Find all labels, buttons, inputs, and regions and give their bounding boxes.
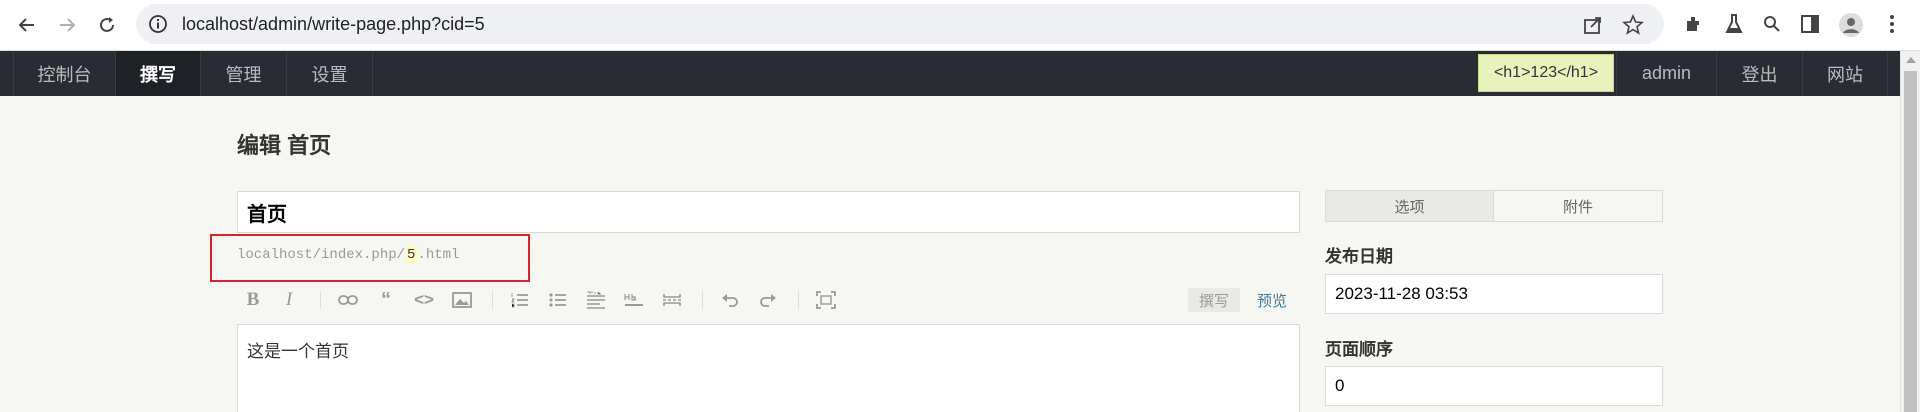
highlight-box bbox=[210, 234, 530, 282]
link-icon[interactable] bbox=[334, 286, 362, 314]
ordered-list-icon[interactable] bbox=[506, 286, 534, 314]
user-link[interactable]: admin bbox=[1616, 51, 1716, 96]
tab-settings[interactable]: 设置 bbox=[287, 51, 373, 96]
write-mode-button[interactable]: 撰写 bbox=[1188, 288, 1240, 312]
scroll-up-icon[interactable] bbox=[1906, 57, 1916, 63]
image-icon[interactable] bbox=[448, 286, 476, 314]
italic-button[interactable]: I bbox=[275, 286, 303, 314]
labs-flask-icon[interactable] bbox=[1722, 12, 1746, 36]
admin-header: 控制台 撰写 管理 设置 admin 登出 网站 bbox=[0, 51, 1900, 96]
content-editor[interactable]: 这是一个首页 bbox=[237, 324, 1300, 412]
notice-badge[interactable]: <h1>123</h1> bbox=[1478, 54, 1614, 92]
tab-manage[interactable]: 管理 bbox=[201, 51, 287, 96]
back-icon[interactable] bbox=[12, 10, 42, 40]
forward-icon[interactable] bbox=[52, 10, 82, 40]
heading-icon[interactable] bbox=[582, 286, 610, 314]
site-link[interactable]: 网站 bbox=[1802, 51, 1888, 96]
bullet-list-icon[interactable] bbox=[544, 286, 572, 314]
url-text: localhost/admin/write-page.php?cid=5 bbox=[182, 14, 485, 34]
sidebar-tabs: 选项 附件 bbox=[1325, 190, 1663, 222]
toolbar-divider bbox=[798, 291, 799, 309]
tab-attachments[interactable]: 附件 bbox=[1494, 190, 1663, 222]
toolbar-divider bbox=[320, 291, 321, 309]
tab-options[interactable]: 选项 bbox=[1325, 190, 1494, 222]
page-order-field[interactable]: 0 bbox=[1325, 366, 1663, 406]
tab-dashboard[interactable]: 控制台 bbox=[13, 51, 116, 96]
bookmark-star-icon[interactable] bbox=[1622, 13, 1644, 36]
horizontal-rule-icon[interactable] bbox=[620, 286, 648, 314]
browser-menu-icon[interactable] bbox=[1880, 12, 1904, 36]
toolbar-divider bbox=[492, 291, 493, 309]
page-order-label: 页面顺序 bbox=[1325, 340, 1393, 359]
search-icon[interactable] bbox=[1760, 12, 1784, 36]
profile-avatar-icon[interactable] bbox=[1838, 12, 1863, 37]
bold-button[interactable]: B bbox=[239, 286, 267, 314]
scrollbar-thumb[interactable] bbox=[1904, 71, 1917, 412]
redo-icon[interactable] bbox=[754, 286, 782, 314]
publish-date-field[interactable]: 2023-11-28 03:53 bbox=[1325, 274, 1663, 314]
publish-date-label: 发布日期 bbox=[1325, 247, 1393, 266]
tab-write[interactable]: 撰写 bbox=[116, 51, 201, 96]
preview-mode-button[interactable]: 预览 bbox=[1250, 288, 1294, 312]
more-break-icon[interactable] bbox=[658, 286, 686, 314]
site-info-icon[interactable] bbox=[148, 14, 168, 34]
browser-toolbar: localhost/admin/write-page.php?cid=5 bbox=[0, 0, 1920, 51]
logout-link[interactable]: 登出 bbox=[1716, 51, 1802, 96]
fullscreen-icon[interactable] bbox=[812, 286, 840, 314]
toolbar-divider bbox=[702, 291, 703, 309]
title-field[interactable]: 首页 bbox=[237, 191, 1300, 233]
share-icon[interactable] bbox=[1582, 14, 1604, 36]
extensions-icon[interactable] bbox=[1682, 12, 1706, 36]
page-scrollbar[interactable] bbox=[1900, 51, 1920, 412]
editor-toolbar: B I “ <> bbox=[237, 286, 1300, 314]
undo-icon[interactable] bbox=[716, 286, 744, 314]
side-panel-icon[interactable] bbox=[1798, 12, 1822, 36]
address-bar[interactable]: localhost/admin/write-page.php?cid=5 bbox=[136, 4, 1664, 44]
page-title: 编辑 首页 bbox=[237, 133, 332, 158]
quote-icon[interactable]: “ bbox=[372, 286, 400, 314]
reload-icon[interactable] bbox=[92, 10, 122, 40]
code-icon[interactable]: <> bbox=[410, 286, 438, 314]
